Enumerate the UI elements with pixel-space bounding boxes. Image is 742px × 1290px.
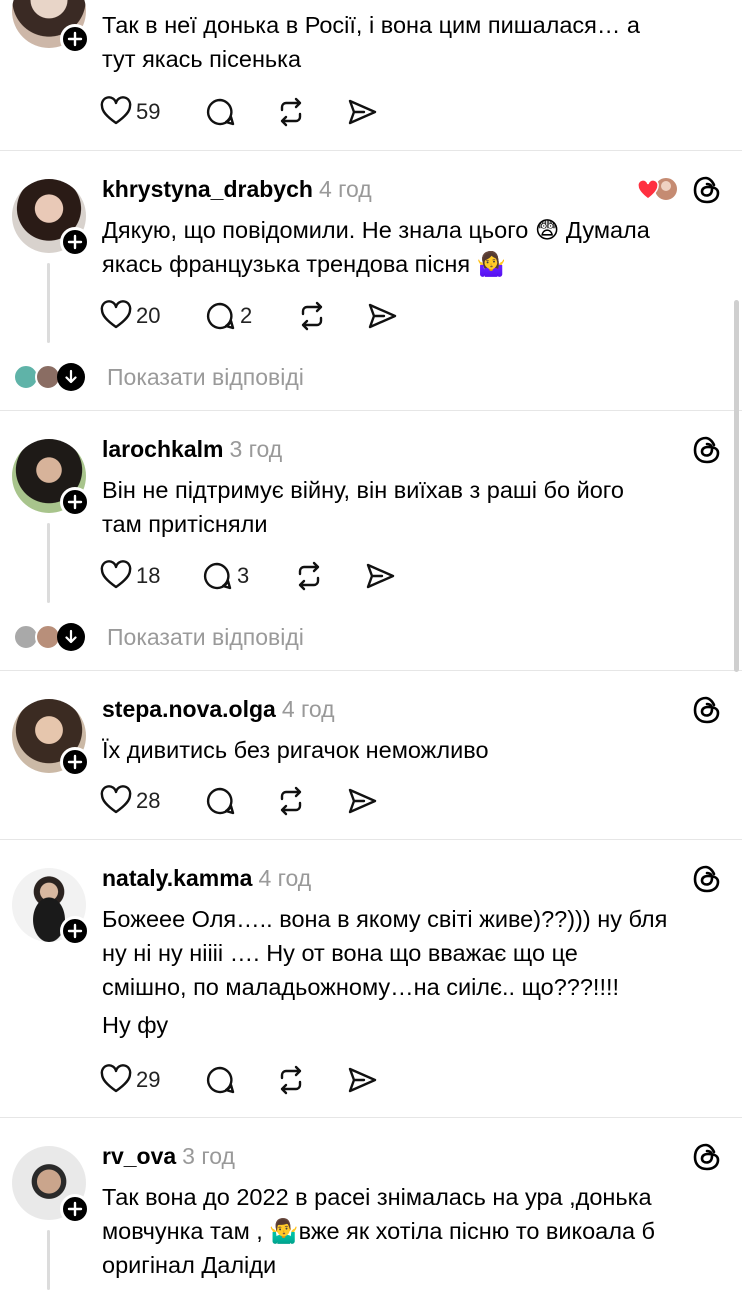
share-send-icon — [366, 563, 395, 589]
post-text: Він не підтримує війну, він виїхав з раш… — [102, 477, 624, 537]
share-send-icon — [348, 99, 377, 125]
divider — [0, 410, 742, 411]
show-replies-link[interactable]: Показати відповіді — [107, 620, 304, 654]
scrollbar[interactable] — [734, 300, 739, 672]
share-send-icon — [368, 303, 397, 329]
threads-logo-icon[interactable] — [692, 864, 722, 894]
like-button[interactable]: 20 — [100, 299, 160, 333]
show-replies-link[interactable]: Показати відповіді — [107, 360, 304, 394]
repost-button[interactable] — [275, 95, 307, 129]
divider — [0, 150, 742, 151]
show-replies-row[interactable]: Показати відповіді — [0, 360, 742, 394]
username[interactable]: stepa.nova.olga — [102, 696, 276, 722]
share-send-icon — [348, 788, 377, 814]
thread-line — [47, 263, 50, 343]
follow-plus-icon[interactable] — [60, 24, 90, 54]
timestamp: 4 год — [318, 176, 372, 202]
thread-line — [47, 523, 50, 603]
timestamp: 3 год — [182, 1143, 235, 1169]
timestamp: 4 год — [258, 865, 312, 891]
comment-bubble-icon — [203, 562, 232, 590]
repost-button[interactable] — [275, 1063, 307, 1097]
share-button[interactable] — [346, 95, 378, 129]
like-count: 20 — [136, 303, 161, 328]
arrow-down-icon — [57, 623, 85, 651]
comment-count: 3 — [237, 563, 250, 588]
repost-icon — [280, 1065, 302, 1095]
divider — [0, 1117, 742, 1118]
comment-bubble-icon — [206, 787, 235, 815]
follow-plus-icon[interactable] — [60, 747, 90, 777]
comment-button[interactable] — [204, 1063, 236, 1097]
share-button[interactable] — [366, 299, 398, 333]
repost-icon — [280, 97, 302, 127]
username[interactable]: larochkalm — [102, 436, 223, 462]
liked-by-author-indicator — [637, 175, 682, 205]
username[interactable]: nataly.kamma — [102, 865, 252, 891]
like-button[interactable]: 28 — [100, 784, 160, 818]
heart-icon — [100, 560, 132, 589]
threads-logo-icon[interactable] — [692, 695, 722, 725]
repost-button[interactable] — [296, 299, 328, 333]
threads-logo-icon[interactable] — [692, 175, 722, 205]
post-text: Так вона до 2022 в расеі знімалась на ур… — [102, 1184, 655, 1278]
threads-logo-icon[interactable] — [692, 435, 722, 465]
repost-button[interactable] — [293, 559, 325, 593]
heart-icon — [100, 300, 132, 329]
show-replies-row[interactable]: Показати відповіді — [0, 620, 742, 654]
share-button[interactable] — [364, 559, 396, 593]
divider — [0, 839, 742, 840]
comment-bubble-icon — [206, 1066, 235, 1094]
like-count: 28 — [136, 788, 161, 813]
like-count: 29 — [136, 1067, 161, 1092]
threads-logo-icon[interactable] — [692, 1142, 722, 1172]
post-text: Дякую, що повідомили. Не знала цього 😨 Д… — [102, 217, 650, 277]
post-text: Так в неї донька в Росії, і вона цим пиш… — [102, 12, 640, 72]
repost-icon — [280, 786, 302, 816]
share-button[interactable] — [346, 1063, 378, 1097]
repost-icon — [298, 561, 320, 591]
comment-button[interactable]: 3 — [201, 559, 249, 593]
repost-icon — [301, 301, 323, 331]
comment-count: 2 — [240, 303, 253, 328]
timestamp: 4 год — [281, 696, 335, 722]
like-button[interactable]: 18 — [100, 559, 160, 593]
share-button[interactable] — [346, 784, 378, 818]
post-text: Божеее Оля….. вона в якому світі живе)??… — [102, 906, 668, 1038]
follow-plus-icon[interactable] — [60, 227, 90, 257]
comment-button[interactable]: 2 — [204, 299, 252, 333]
post-header: larochkalm 3 год — [102, 434, 282, 464]
repost-button[interactable] — [275, 784, 307, 818]
comment-bubble-icon — [206, 302, 235, 330]
post-header: khrystyna_drabych 4 год — [102, 174, 372, 204]
follow-plus-icon[interactable] — [60, 487, 90, 517]
like-count: 59 — [136, 99, 161, 124]
divider — [0, 670, 742, 671]
follow-plus-icon[interactable] — [60, 916, 90, 946]
like-button[interactable]: 29 — [100, 1063, 160, 1097]
comment-button[interactable] — [204, 784, 236, 818]
share-send-icon — [348, 1067, 377, 1093]
timestamp: 3 год — [229, 436, 283, 462]
post-header: stepa.nova.olga 4 год — [102, 694, 335, 724]
heart-icon — [100, 96, 132, 125]
comment-button[interactable] — [204, 95, 236, 129]
like-count: 18 — [136, 563, 161, 588]
arrow-down-icon — [57, 363, 85, 391]
follow-plus-icon[interactable] — [60, 1194, 90, 1224]
heart-icon — [100, 1064, 132, 1093]
comment-bubble-icon — [206, 98, 235, 126]
thread-line — [47, 1230, 50, 1290]
post-text: Їх дивитись без ригачок неможливо — [102, 737, 489, 763]
username[interactable]: khrystyna_drabych — [102, 176, 313, 202]
username[interactable]: rv_ova — [102, 1143, 176, 1169]
like-button[interactable]: 59 — [100, 95, 160, 129]
post-header: rv_ova 3 год — [102, 1141, 235, 1171]
post-header: nataly.kamma 4 год — [102, 863, 311, 893]
heart-icon — [100, 785, 132, 814]
